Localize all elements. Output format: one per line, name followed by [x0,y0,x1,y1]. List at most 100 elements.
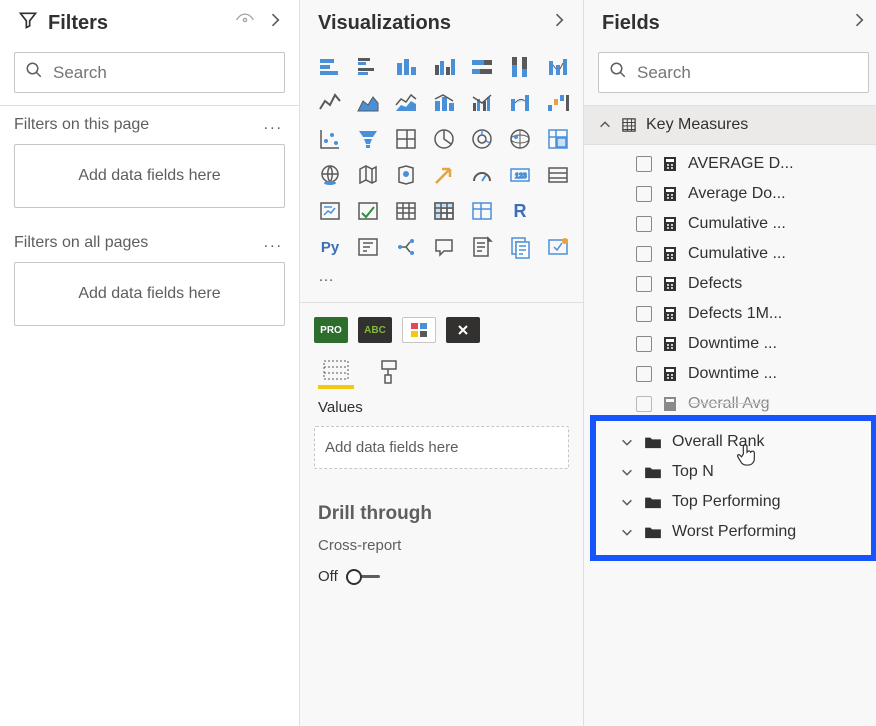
viz-line-clustered-column[interactable] [466,88,498,118]
viz-qa[interactable] [428,232,460,262]
folder-top-n[interactable]: Top N [596,457,871,487]
viz-key-influencers[interactable] [352,232,384,262]
eye-icon[interactable] [235,10,255,36]
viz-pie[interactable] [428,124,460,154]
field-average-do[interactable]: Average Do... [584,179,876,209]
viz-arrow[interactable] [428,160,460,190]
field-average-d[interactable]: AVERAGE D... [584,149,876,179]
viz-clustered-column[interactable] [428,52,460,82]
viz-narrative[interactable] [466,232,498,262]
filters-all-more-icon[interactable]: ... [264,234,283,252]
viz-line[interactable] [314,88,346,118]
viz-map[interactable] [504,124,536,154]
field-cumulative-1[interactable]: Cumulative ... [584,209,876,239]
fields-search[interactable] [598,52,869,93]
viz-card[interactable]: 123 [504,160,536,190]
viz-100-stacked-column[interactable] [504,52,536,82]
filters-search-input[interactable] [53,63,274,83]
measure-icon [662,276,678,292]
filters-on-all-label: Filters on all pages ... [0,224,299,258]
filters-search[interactable] [14,52,285,93]
checkbox[interactable] [636,366,652,382]
viz-100-stacked-bar[interactable] [466,52,498,82]
folder-icon [644,435,662,449]
field-defects[interactable]: Defects [584,269,876,299]
folder-icon [644,525,662,539]
theme-color[interactable] [402,317,436,343]
viz-globe-map[interactable] [314,160,346,190]
viz-title: Visualizations [318,12,451,35]
group-label: Key Measures [646,116,748,134]
fields-well-tab[interactable] [318,359,354,389]
collapse-viz-icon[interactable] [549,10,569,36]
toggle-off-label: Off [318,568,338,585]
cross-report-toggle-row: Off [300,562,583,595]
viz-area[interactable] [352,88,384,118]
chevron-down-icon [620,525,634,539]
checkbox[interactable] [636,306,652,322]
field-downtime-1[interactable]: Downtime ... [584,329,876,359]
collapse-fields-icon[interactable] [849,10,869,36]
table-key-measures[interactable]: Key Measures [584,105,876,145]
viz-decomposition[interactable] [390,232,422,262]
checkbox[interactable] [636,246,652,262]
checkbox[interactable] [636,216,652,232]
checkbox[interactable] [636,336,652,352]
viz-matrix[interactable] [428,196,460,226]
viz-paginated[interactable] [504,232,536,262]
viz-python-visual[interactable]: Py [314,232,346,262]
viz-donut[interactable] [466,124,498,154]
viz-stacked-bar[interactable] [314,52,346,82]
viz-funnel[interactable] [352,124,384,154]
viz-header: Visualizations [300,0,583,46]
field-downtime-2[interactable]: Downtime ... [584,359,876,389]
checkbox[interactable] [636,156,652,172]
measure-icon [662,186,678,202]
viz-table[interactable] [390,196,422,226]
viz-get-more[interactable] [542,232,574,262]
viz-ribbon-chart[interactable] [504,88,536,118]
viz-treemap[interactable] [390,124,422,154]
theme-abc[interactable]: ABC [358,317,392,343]
viz-kpi[interactable] [314,196,346,226]
folder-top-performing[interactable]: Top Performing [596,487,871,517]
folder-overall-rank[interactable]: Overall Rank [596,427,871,457]
checkbox[interactable] [636,396,652,412]
viz-scatter[interactable] [314,124,346,154]
folder-worst-performing[interactable]: Worst Performing [596,517,871,547]
viz-ribbon[interactable] [542,52,574,82]
filters-page-more-icon[interactable]: ... [264,116,283,134]
viz-shape-map[interactable] [352,160,384,190]
viz-clustered-bar[interactable] [352,52,384,82]
checkbox[interactable] [636,276,652,292]
viz-stacked-area[interactable] [390,88,422,118]
viz-matrix-2[interactable] [466,196,498,226]
viz-gauge[interactable] [466,160,498,190]
viz-multi-card[interactable] [542,160,574,190]
viz-waterfall[interactable] [542,88,574,118]
values-dropzone[interactable]: Add data fields here [314,426,569,469]
filters-all-dropzone[interactable]: Add data fields here [14,262,285,326]
fields-search-input[interactable] [637,63,858,83]
cross-report-toggle[interactable] [346,569,380,585]
measure-icon [662,216,678,232]
viz-r-visual[interactable]: R [504,196,536,226]
collapse-filters-icon[interactable] [265,10,285,36]
filters-title: Filters [48,12,108,35]
viz-stacked-column[interactable] [390,52,422,82]
viz-more-icon[interactable]: … [300,266,583,296]
viz-azure-map[interactable] [390,160,422,190]
checkbox[interactable] [636,186,652,202]
filters-pane: Filters Filters on this page ... Add dat… [0,0,300,726]
viz-slicer[interactable] [352,196,384,226]
filters-page-dropzone[interactable]: Add data fields here [14,144,285,208]
measures-list: AVERAGE D... Average Do... Cumulative ..… [584,145,876,419]
viz-filled-map[interactable] [542,124,574,154]
theme-pro[interactable]: PRO [314,317,348,343]
viz-line-stacked-column[interactable] [428,88,460,118]
field-cumulative-2[interactable]: Cumulative ... [584,239,876,269]
field-defects-1m[interactable]: Defects 1M... [584,299,876,329]
theme-x[interactable] [446,317,480,343]
measure-icon [662,336,678,352]
format-tab[interactable] [376,359,400,389]
